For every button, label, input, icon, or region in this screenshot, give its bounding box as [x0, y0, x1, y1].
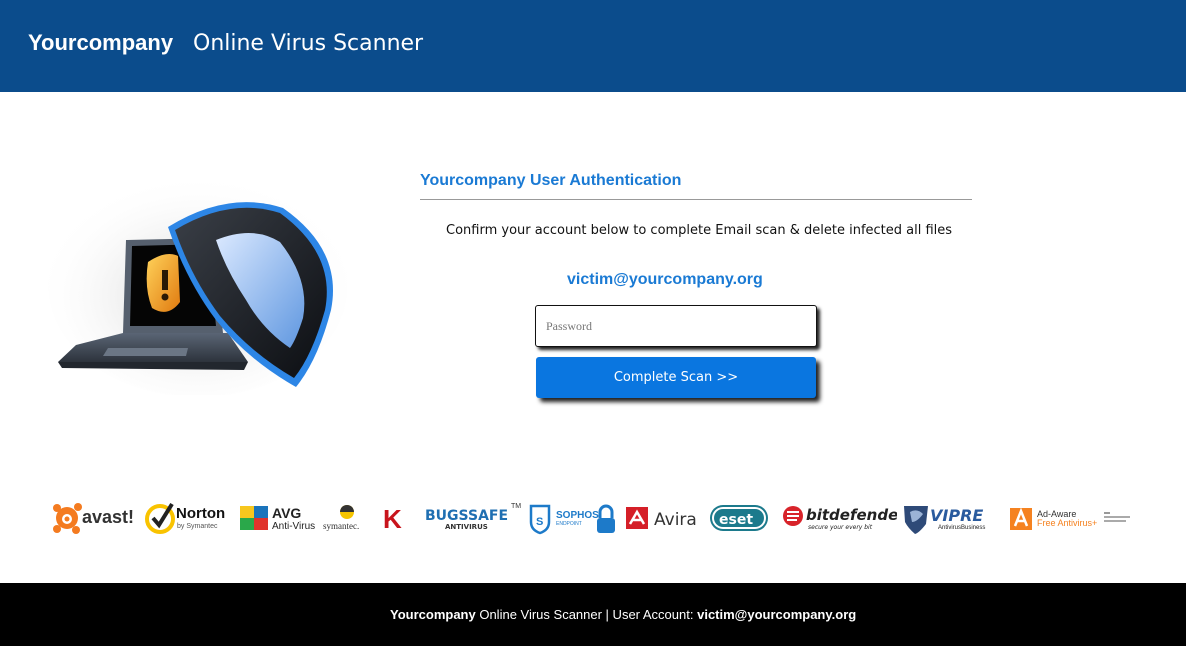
footer: Yourcompany Online Virus Scanner | User …	[0, 583, 1186, 646]
svg-text:Norton: Norton	[176, 505, 225, 522]
bitdefender-logo: bitdefender secure your every bit	[781, 498, 897, 538]
svg-text:by Symantec: by Symantec	[177, 523, 218, 530]
avira-logo: Avira	[624, 498, 704, 538]
svg-text:S: S	[536, 516, 543, 528]
svg-text:AntivirusBusiness: AntivirusBusiness	[938, 525, 985, 531]
vendor-logos: avast! Norton by Symantec AVG Anti-Virus…	[50, 498, 1140, 538]
svg-text:Avira: Avira	[654, 510, 697, 530]
svg-text:Free Antivirus+: Free Antivirus+	[1037, 518, 1097, 528]
ad-aware-logo: Ad-Aware Free Antivirus+	[1008, 498, 1136, 538]
bugssafe-logo: BUGSSAFE TM ANTIVIRUS	[425, 498, 521, 538]
avast-logo: avast!	[52, 498, 144, 538]
vipre-logo: VIPRE AntivirusBusiness	[902, 498, 1002, 538]
svg-text:VIPRE: VIPRE	[930, 506, 983, 525]
norton-logo: Norton by Symantec	[145, 498, 231, 538]
svg-text:SOPHOS: SOPHOS	[556, 510, 599, 521]
password-input[interactable]	[535, 305, 817, 347]
auth-heading: Yourcompany User Authentication	[420, 172, 972, 200]
header: Yourcompany Online Virus Scanner	[0, 0, 1186, 92]
svg-text:Anti-Virus: Anti-Virus	[272, 521, 315, 532]
avast-text: avast!	[82, 507, 134, 527]
laptop-shield-icon	[48, 170, 348, 397]
avg-logo: AVG Anti-Virus	[238, 498, 320, 538]
header-brand: Yourcompany	[28, 30, 174, 55]
svg-text:TM: TM	[511, 503, 521, 510]
svg-text:symantec.: symantec.	[323, 521, 359, 531]
symantec-logo: symantec.	[322, 498, 374, 538]
auth-panel: Yourcompany User Authentication Confirm …	[420, 172, 972, 288]
sophos-logo: S SOPHOS ENDPOINT	[528, 498, 620, 538]
svg-text:K: K	[383, 504, 402, 534]
svg-text:secure your every bit: secure your every bit	[808, 524, 873, 531]
svg-text:ENDPOINT: ENDPOINT	[556, 521, 582, 527]
eset-logo: eset	[708, 498, 772, 538]
auth-message: Confirm your account below to complete E…	[446, 223, 953, 238]
svg-text:ANTIVIRUS: ANTIVIRUS	[445, 523, 488, 531]
svg-text:BUGSSAFE: BUGSSAFE	[425, 508, 508, 524]
footer-email: victim@yourcompany.org	[697, 607, 857, 622]
header-title: Online Virus Scanner	[193, 31, 424, 56]
kaspersky-logo: K	[380, 498, 414, 538]
svg-text:eset: eset	[719, 512, 753, 528]
svg-text:bitdefender: bitdefender	[806, 506, 897, 524]
footer-text: Online Virus Scanner | User Account:	[479, 607, 694, 622]
footer-brand: Yourcompany	[390, 607, 476, 622]
footer-line: Yourcompany Online Virus Scanner | User …	[390, 607, 856, 622]
complete-scan-button[interactable]: Complete Scan >>	[536, 357, 816, 398]
svg-text:AVG: AVG	[272, 505, 301, 521]
account-email: victim@yourcompany.org	[567, 271, 763, 288]
